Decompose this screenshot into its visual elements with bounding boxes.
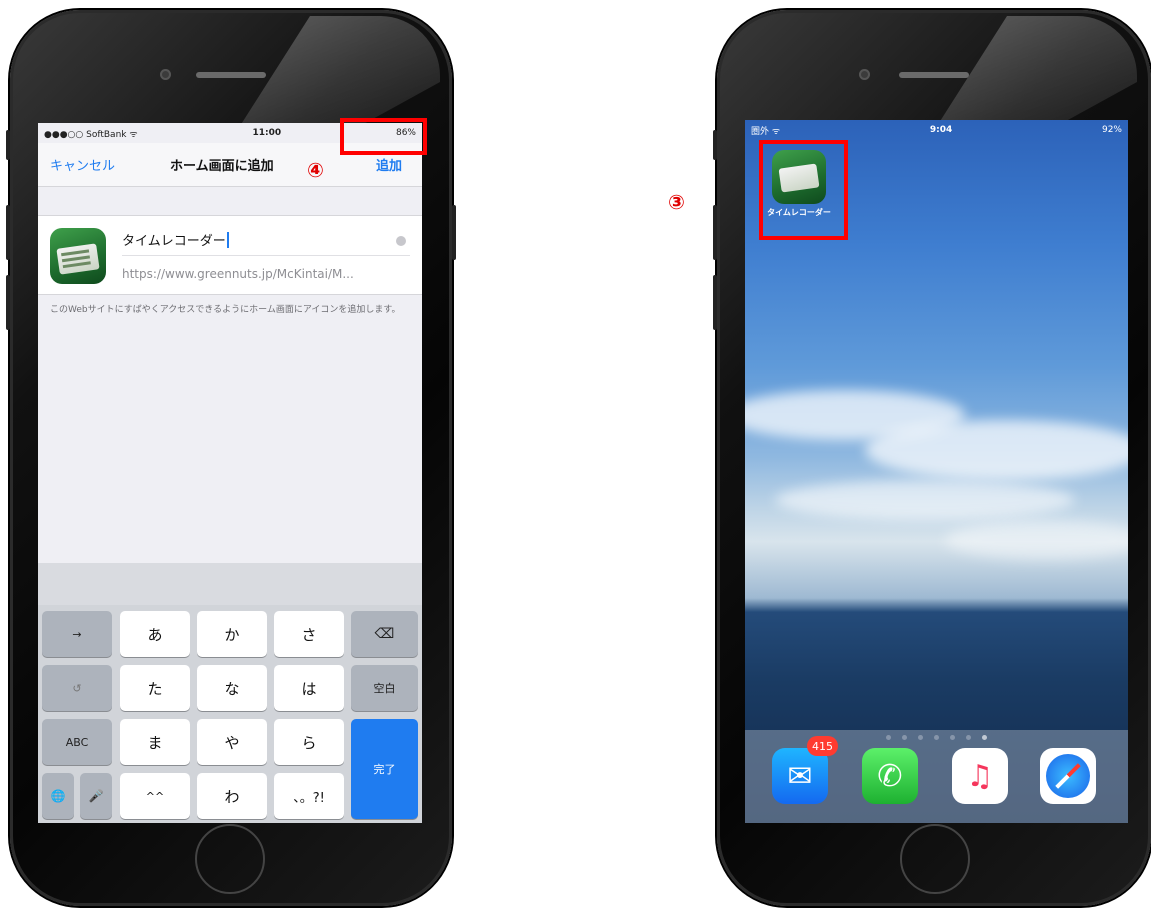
cancel-button[interactable]: キャンセル bbox=[50, 155, 115, 174]
globe-key-icon[interactable]: 🌐 bbox=[42, 773, 74, 819]
carrier-label: 圏外 ᯤ bbox=[751, 126, 781, 137]
key-na[interactable]: な bbox=[197, 665, 267, 711]
home-button[interactable] bbox=[195, 824, 265, 894]
key-ra[interactable]: ら bbox=[274, 719, 344, 765]
key-ha[interactable]: は bbox=[274, 665, 344, 711]
key-ya[interactable]: や bbox=[197, 719, 267, 765]
battery-level: 92% bbox=[1101, 125, 1122, 135]
section-gap bbox=[38, 187, 422, 215]
clock: 11:00 bbox=[252, 128, 282, 138]
key-abc[interactable]: ABC bbox=[42, 719, 112, 765]
key-ka[interactable]: か bbox=[197, 611, 267, 657]
tutorial-canvas: ●●●○○ SoftBank ᯤ 11:00 86% キャンセル ホーム画面に追… bbox=[0, 0, 1151, 912]
phone-app-icon[interactable]: ✆ bbox=[862, 748, 918, 804]
clear-text-icon[interactable] bbox=[396, 236, 406, 246]
add-button-highlight bbox=[340, 118, 427, 155]
key-a[interactable]: あ bbox=[120, 611, 190, 657]
volume-up-button bbox=[6, 205, 10, 260]
key-ta[interactable]: た bbox=[120, 665, 190, 711]
keyboard-suggestion-bar bbox=[38, 563, 422, 605]
page-title: ホーム画面に追加 bbox=[170, 159, 274, 174]
front-camera-icon bbox=[160, 69, 171, 80]
key-emoticon[interactable]: ^^ bbox=[120, 773, 190, 819]
key-ma[interactable]: ま bbox=[120, 719, 190, 765]
step-4-marker: ④ bbox=[307, 158, 324, 182]
time-recorder-app-icon bbox=[50, 228, 106, 284]
dock: ✉ 415 ✆ ♫ bbox=[745, 730, 1128, 823]
app-name-value: タイムレコーダー bbox=[122, 234, 226, 249]
done-key[interactable]: 完了 bbox=[351, 719, 418, 819]
add-to-home-screen: ●●●○○ SoftBank ᯤ 11:00 86% キャンセル ホーム画面に追… bbox=[38, 123, 422, 823]
home-button[interactable] bbox=[900, 824, 970, 894]
app-name-field[interactable]: タイムレコーダー bbox=[122, 224, 410, 256]
mute-switch bbox=[6, 130, 10, 160]
bookmark-card: タイムレコーダー https://www.greennuts.jp/McKint… bbox=[38, 215, 422, 295]
volume-down-button bbox=[6, 275, 10, 330]
step-3-marker: ③ bbox=[668, 190, 685, 214]
japanese-keyboard: → あ か さ ⌫ ↺ た な は 空白 ABC ま や ら 完了 🌐 🎤 ^^… bbox=[38, 563, 422, 823]
power-button bbox=[452, 205, 456, 260]
add-button[interactable]: 追加 bbox=[376, 155, 402, 174]
volume-down-button bbox=[713, 275, 717, 330]
description-text: このWebサイトにすばやくアクセスできるようにホーム画面にアイコンを追加します。 bbox=[50, 305, 401, 315]
earpiece-speaker bbox=[196, 72, 266, 78]
url-field: https://www.greennuts.jp/McKintai/M... bbox=[122, 267, 354, 281]
mail-badge: 415 bbox=[807, 736, 838, 756]
key-undo[interactable]: ↺ bbox=[42, 665, 112, 711]
mail-app-icon[interactable]: ✉ bbox=[772, 748, 828, 804]
microphone-key-icon[interactable]: 🎤 bbox=[80, 773, 112, 819]
safari-app-icon[interactable] bbox=[1040, 748, 1096, 804]
key-next-arrow[interactable]: → bbox=[42, 611, 112, 657]
key-punctuation[interactable]: 、。?! bbox=[274, 773, 344, 819]
key-wa[interactable]: わ bbox=[197, 773, 267, 819]
carrier-label: ●●●○○ SoftBank ᯤ bbox=[44, 129, 138, 140]
volume-up-button bbox=[713, 205, 717, 260]
home-icon-highlight bbox=[759, 140, 848, 240]
front-camera-icon bbox=[859, 69, 870, 80]
delete-key-icon[interactable]: ⌫ bbox=[351, 611, 418, 657]
key-space[interactable]: 空白 bbox=[351, 665, 418, 711]
earpiece-speaker bbox=[899, 72, 969, 78]
status-bar: 圏外 ᯤ 9:04 92% bbox=[745, 120, 1128, 140]
glass-reflection bbox=[240, 16, 440, 126]
glass-reflection bbox=[937, 16, 1137, 126]
music-app-icon[interactable]: ♫ bbox=[952, 748, 1008, 804]
clock: 9:04 bbox=[929, 125, 953, 135]
text-cursor bbox=[226, 231, 229, 248]
key-sa[interactable]: さ bbox=[274, 611, 344, 657]
mute-switch bbox=[713, 130, 717, 160]
compass-icon bbox=[1046, 754, 1090, 798]
